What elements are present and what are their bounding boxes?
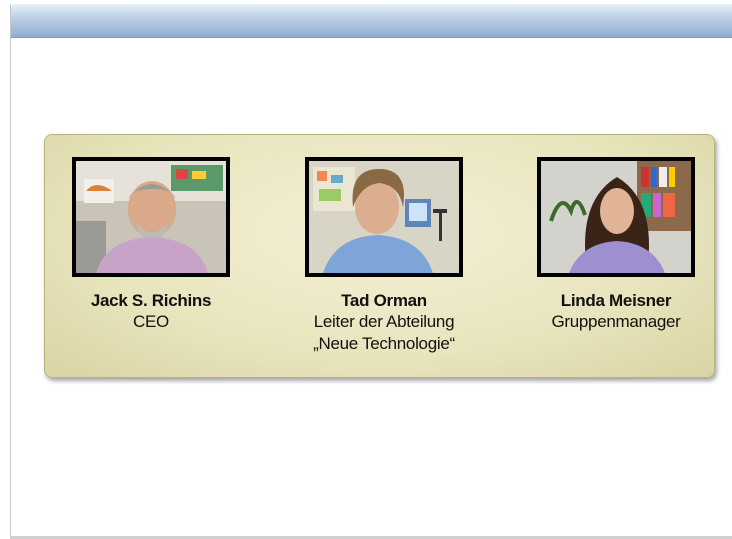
portrait-image xyxy=(309,161,459,273)
person-role-line: Gruppenmanager xyxy=(551,312,681,331)
slide: Jack S. Richins CEO Tad Orman Leiter der… xyxy=(10,4,732,539)
person-role-line: „Neue Technologie“ xyxy=(313,334,455,353)
photo-richins xyxy=(72,157,230,277)
person-name: Linda Meisner xyxy=(560,291,672,310)
person-role-line: CEO xyxy=(133,312,169,331)
person-role-line: Leiter der Abteilung xyxy=(313,312,455,331)
person-name: Jack S. Richins xyxy=(90,291,212,310)
portrait-image xyxy=(541,161,691,273)
person-card-richins: Jack S. Richins CEO xyxy=(51,157,251,333)
photo-orman xyxy=(305,157,463,277)
slide-header-bar xyxy=(11,4,732,38)
portrait-image xyxy=(76,161,226,273)
person-card-orman: Tad Orman Leiter der Abteilung „Neue Tec… xyxy=(284,157,484,355)
person-name: Tad Orman xyxy=(341,291,427,310)
team-panel: Jack S. Richins CEO Tad Orman Leiter der… xyxy=(44,134,715,378)
photo-meisner xyxy=(537,157,695,277)
person-card-meisner: Linda Meisner Gruppenmanager xyxy=(516,157,716,333)
